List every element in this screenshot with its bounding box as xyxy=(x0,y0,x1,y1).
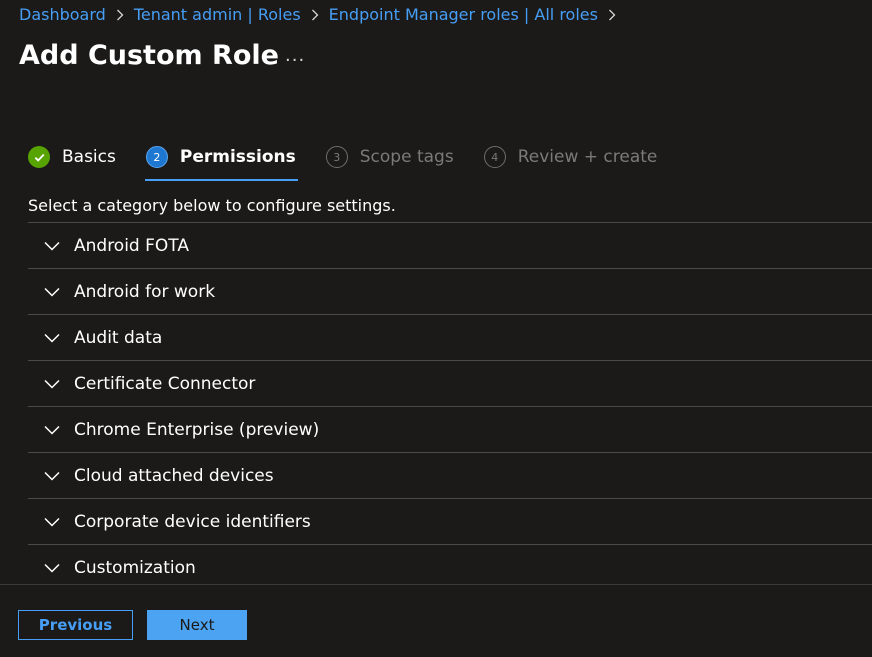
step-review-create[interactable]: 4 Review + create xyxy=(483,140,658,174)
page-title: Add Custom Role xyxy=(19,40,279,71)
category-list: Android FOTA Android for work Audit data… xyxy=(28,222,872,591)
step-basics[interactable]: Basics xyxy=(28,140,116,174)
step-label: Review + create xyxy=(517,147,658,167)
step-permissions[interactable]: 2 Permissions xyxy=(144,140,298,181)
category-label: Certificate Connector xyxy=(74,373,256,394)
category-certificate-connector[interactable]: Certificate Connector xyxy=(28,361,872,407)
category-label: Customization xyxy=(74,557,196,578)
step-label: Permissions xyxy=(179,147,296,167)
footer-bar: Previous Next xyxy=(0,584,872,657)
instruction-text: Select a category below to configure set… xyxy=(28,196,396,215)
category-label: Cloud attached devices xyxy=(74,465,274,486)
chevron-down-icon xyxy=(44,287,60,297)
category-label: Android FOTA xyxy=(74,235,189,256)
category-audit-data[interactable]: Audit data xyxy=(28,315,872,361)
category-label: Chrome Enterprise (preview) xyxy=(74,419,320,440)
breadcrumb-tenant-admin-roles[interactable]: Tenant admin | Roles xyxy=(134,5,301,24)
chevron-right-icon xyxy=(608,9,616,21)
next-button[interactable]: Next xyxy=(147,610,247,640)
step-number: 4 xyxy=(483,146,506,168)
step-scope-tags[interactable]: 3 Scope tags xyxy=(325,140,454,174)
category-cloud-attached-devices[interactable]: Cloud attached devices xyxy=(28,453,872,499)
chevron-down-icon xyxy=(44,471,60,481)
step-label: Scope tags xyxy=(359,147,454,167)
wizard-steps: Basics 2 Permissions 3 Scope tags 4 Revi… xyxy=(28,140,687,181)
chevron-down-icon xyxy=(44,379,60,389)
category-android-for-work[interactable]: Android for work xyxy=(28,269,872,315)
chevron-down-icon xyxy=(44,517,60,527)
breadcrumb-dashboard[interactable]: Dashboard xyxy=(19,5,106,24)
category-chrome-enterprise[interactable]: Chrome Enterprise (preview) xyxy=(28,407,872,453)
step-number: 3 xyxy=(325,146,348,168)
chevron-right-icon xyxy=(116,9,124,21)
category-android-fota[interactable]: Android FOTA xyxy=(28,223,872,269)
chevron-down-icon xyxy=(44,241,60,251)
more-options-button[interactable]: ... xyxy=(285,45,305,66)
chevron-down-icon xyxy=(44,563,60,573)
category-label: Audit data xyxy=(74,327,163,348)
previous-button[interactable]: Previous xyxy=(18,610,133,640)
chevron-down-icon xyxy=(44,425,60,435)
chevron-down-icon xyxy=(44,333,60,343)
step-number: 2 xyxy=(145,146,168,168)
checkmark-icon xyxy=(28,146,50,168)
category-label: Android for work xyxy=(74,281,216,302)
step-label: Basics xyxy=(62,147,116,167)
breadcrumb: Dashboard Tenant admin | Roles Endpoint … xyxy=(19,5,626,24)
breadcrumb-endpoint-manager-roles[interactable]: Endpoint Manager roles | All roles xyxy=(329,5,598,24)
category-label: Corporate device identifiers xyxy=(74,511,311,532)
chevron-right-icon xyxy=(311,9,319,21)
category-corporate-device-identifiers[interactable]: Corporate device identifiers xyxy=(28,499,872,545)
